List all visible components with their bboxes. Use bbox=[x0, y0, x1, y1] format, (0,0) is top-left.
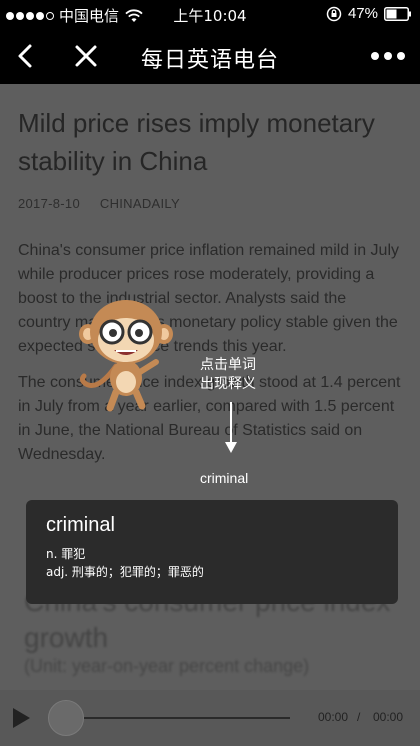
play-icon[interactable] bbox=[10, 707, 32, 729]
progress-track[interactable] bbox=[84, 717, 290, 719]
battery-percent: 47% bbox=[347, 5, 378, 22]
total-time: 00:00 bbox=[373, 710, 404, 724]
article-meta: 2017-8-10 CHINADAILY bbox=[18, 196, 402, 211]
arrow-down-icon bbox=[225, 402, 237, 453]
more-options-icon[interactable] bbox=[370, 48, 406, 64]
word-definition-popup[interactable]: criminal n. 罪犯 adj. 刑事的；犯罪的；罪恶的 bbox=[26, 500, 398, 604]
status-right: 47% bbox=[326, 5, 412, 22]
hint-line-1: 点击单词 bbox=[200, 357, 256, 373]
progress-knob[interactable] bbox=[48, 700, 84, 736]
article-date: 2017-8-10 bbox=[18, 196, 80, 211]
monkey-mascot-icon bbox=[79, 300, 173, 412]
article-source: CHINADAILY bbox=[99, 196, 180, 211]
audio-player: 00:00 / 00:00 bbox=[0, 690, 420, 746]
popup-definitions: n. 罪犯 adj. 刑事的；犯罪的；罪恶的 bbox=[46, 545, 378, 581]
article-headline: Mild price rises imply monetary stabilit… bbox=[18, 108, 375, 176]
battery-icon bbox=[384, 6, 411, 21]
rotation-lock-icon bbox=[326, 6, 342, 21]
definition-noun: n. 罪犯 bbox=[46, 547, 86, 561]
nav-bar: 每日英语电台 bbox=[0, 28, 420, 84]
definition-adjective: adj. 刑事的；犯罪的；罪恶的 bbox=[46, 565, 204, 579]
hint-example-word: criminal bbox=[200, 470, 249, 486]
current-time: 00:00 bbox=[318, 710, 349, 724]
popup-word: criminal bbox=[46, 514, 115, 536]
time-separator: / bbox=[357, 710, 361, 724]
hint-text: 点击单词 出现释义 bbox=[200, 356, 256, 394]
hint-line-2: 出现释义 bbox=[200, 376, 256, 392]
page-title: 每日英语电台 bbox=[140, 48, 279, 73]
status-bar: 中国电信 上午10:04 47% bbox=[0, 0, 420, 28]
chart-subtitle: (Unit: year-on-year percent change) bbox=[24, 656, 310, 676]
